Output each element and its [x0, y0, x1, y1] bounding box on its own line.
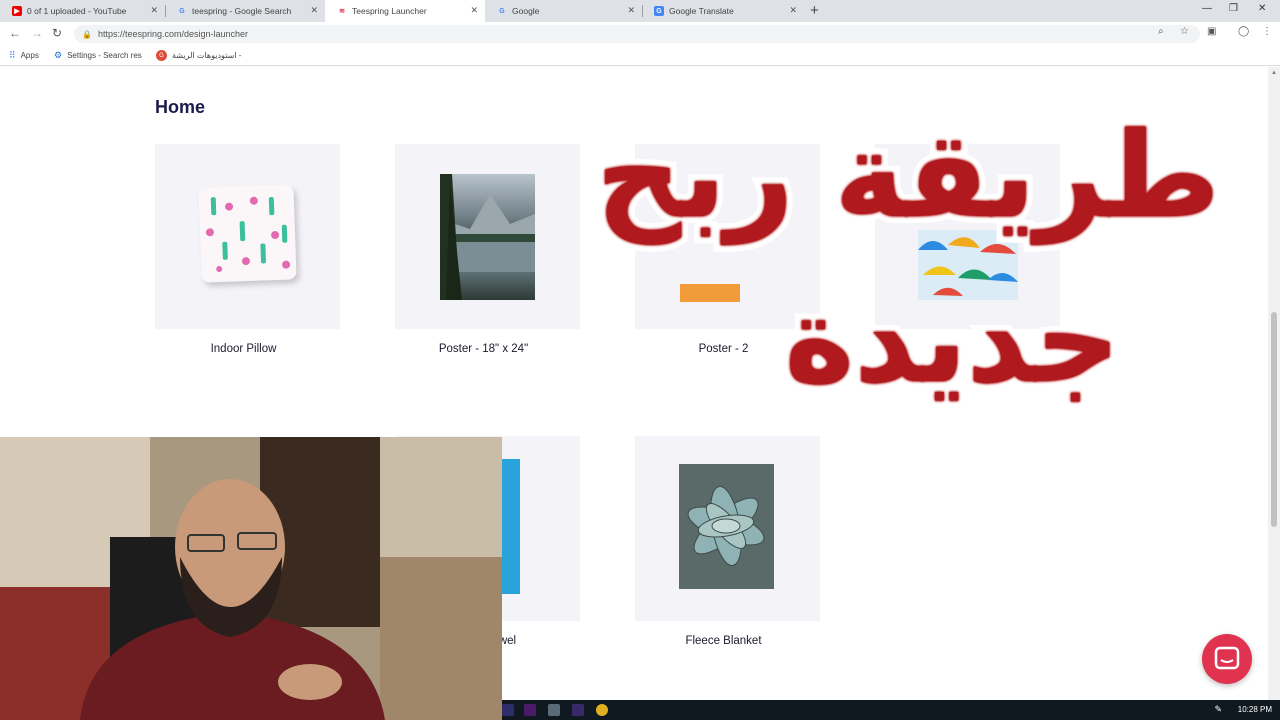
url-text: https://teespring.com/design-launcher — [97, 29, 249, 39]
reload-icon[interactable]: ↻ — [52, 26, 62, 40]
extension-icon[interactable]: ▣ — [1207, 26, 1216, 37]
google-icon: G — [499, 7, 505, 15]
zoom-icon[interactable]: ⌕ — [1158, 26, 1164, 37]
premiere-icon[interactable] — [524, 704, 536, 716]
notepad-icon[interactable] — [548, 704, 560, 716]
tab-youtube[interactable]: ▶ 0 of 1 uploaded - YouTube ✕ — [0, 0, 165, 22]
tab-google[interactable]: G Google ✕ — [485, 0, 642, 22]
media-encoder-icon[interactable] — [572, 704, 584, 716]
overlay-line-2: جديدة — [778, 264, 1127, 416]
bookmark-label: استوديوهات الريشة - — [172, 51, 242, 60]
pen-icon[interactable]: ✎ — [1214, 704, 1222, 715]
clock: 10:28 PM — [1237, 705, 1272, 714]
menu-icon[interactable]: ⋮ — [1262, 26, 1272, 37]
tab-teespring-launcher[interactable]: ≋ Teespring Launcher ✕ — [325, 0, 485, 22]
title-overlay: طريقة ربح جديدة — [580, 80, 1260, 480]
profile-icon[interactable]: ◯ — [1238, 26, 1249, 37]
bookmark-label: Apps — [20, 51, 39, 60]
translate-icon: G — [654, 6, 664, 16]
tab-google-search[interactable]: G teespring - Google Search ✕ — [165, 0, 325, 22]
page-title: Home — [155, 97, 206, 117]
close-icon[interactable]: ✕ — [470, 5, 478, 16]
bookmark-settings[interactable]: ⚙ Settings - Search res — [54, 50, 142, 61]
lock-icon: 🔒 — [82, 29, 92, 39]
close-icon[interactable]: ✕ — [310, 5, 318, 16]
apps-grid-icon: ⠿ — [9, 50, 16, 60]
minimize-button[interactable]: — — [1202, 3, 1212, 14]
screen: ▶ 0 of 1 uploaded - YouTube ✕ G teesprin… — [0, 0, 1280, 720]
bookmark-label: Settings - Search res — [67, 51, 142, 60]
bookmark-apps[interactable]: ⠿ Apps — [9, 50, 39, 61]
google-icon: G — [179, 7, 185, 15]
star-icon[interactable]: ☆ — [1180, 26, 1189, 37]
towel-image — [500, 459, 520, 594]
photoshop-icon[interactable] — [502, 704, 514, 716]
tab-title: teespring - Google Search — [192, 6, 292, 16]
browser-toolbar: ← → ↻ 🔒 https://teespring.com/design-lau… — [0, 22, 1280, 46]
tab-strip: ▶ 0 of 1 uploaded - YouTube ✕ G teesprin… — [0, 0, 1280, 22]
tab-google-translate[interactable]: G Google Translate ✕ — [642, 0, 804, 22]
new-tab-button[interactable]: + — [810, 2, 819, 19]
tab-title: Google — [512, 6, 540, 16]
product-card-indoor-pillow[interactable] — [155, 144, 340, 329]
webcam-overlay — [0, 437, 502, 720]
product-label[interactable]: Poster - 18" x 24" — [391, 343, 576, 355]
close-window-button[interactable]: ✕ — [1258, 3, 1266, 14]
gear-icon: ⚙ — [54, 50, 63, 60]
page-scrollbar[interactable]: ▲ — [1268, 67, 1280, 700]
close-icon[interactable]: ✕ — [789, 5, 797, 16]
teespring-icon: ≋ — [339, 8, 345, 15]
tab-title: 0 of 1 uploaded - YouTube — [27, 6, 127, 16]
product-label[interactable]: Indoor Pillow — [151, 343, 336, 355]
close-icon[interactable]: ✕ — [150, 5, 158, 16]
tab-title: Google Translate — [669, 6, 734, 16]
restore-button[interactable]: ❐ — [1229, 3, 1238, 14]
back-arrow-icon[interactable]: ← — [9, 26, 21, 40]
close-icon[interactable]: ✕ — [627, 5, 635, 16]
chat-button[interactable] — [1202, 634, 1252, 684]
tab-title: Teespring Launcher — [352, 6, 427, 16]
youtube-icon: ▶ — [12, 6, 22, 16]
bookmark-studio[interactable]: G استوديوهات الريشة - — [156, 50, 241, 61]
product-label[interactable]: Fleece Blanket — [631, 635, 816, 647]
taskbar: ✎ 10:28 PM — [502, 700, 1280, 720]
presenter-video — [0, 437, 502, 720]
chat-icon — [1214, 646, 1240, 670]
forward-arrow-icon[interactable]: → — [31, 26, 43, 40]
scroll-up-icon[interactable]: ▲ — [1271, 70, 1277, 76]
bookmarks-bar: ⠿ Apps ⚙ Settings - Search res G استوديو… — [0, 46, 1280, 66]
chrome-icon[interactable] — [596, 704, 608, 716]
google-plus-icon: G — [156, 50, 167, 61]
blanket-image — [679, 464, 774, 589]
product-card-poster-18x24[interactable] — [395, 144, 580, 329]
overlay-line-1: طريقة ربح — [589, 99, 1227, 251]
poster-image — [440, 174, 535, 300]
pillow-image — [198, 184, 297, 283]
scrollbar-thumb[interactable] — [1271, 312, 1277, 527]
address-bar[interactable]: 🔒 https://teespring.com/design-launcher — [74, 25, 1200, 43]
